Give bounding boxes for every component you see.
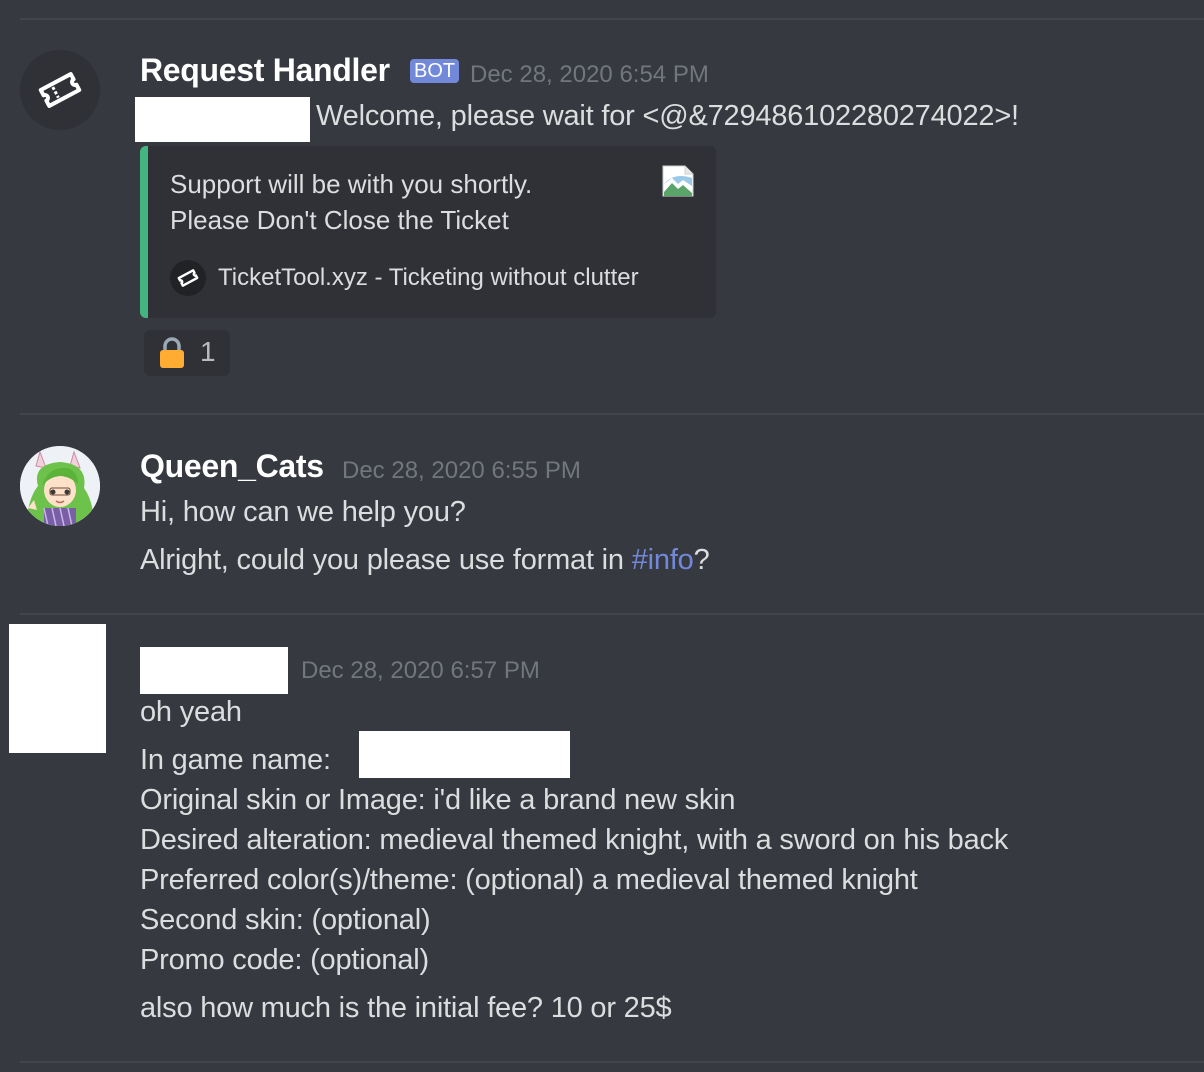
message-text: Welcome, please wait for <@&729486102280… <box>316 100 1019 132</box>
message-divider <box>20 413 1204 415</box>
embed-footer-text: TicketTool.xyz - Ticketing without clutt… <box>218 264 639 291</box>
message-text: Preferred color(s)/theme: (optional) a m… <box>140 864 918 896</box>
message-embed: Support will be with you shortly. Please… <box>140 146 716 318</box>
embed-footer-avatar <box>170 260 206 296</box>
user-avatar[interactable] <box>20 446 100 526</box>
lock-icon <box>160 337 184 368</box>
anime-girl-avatar <box>20 446 100 526</box>
chat-log: Request Handler BOT Dec 28, 2020 6:54 PM… <box>0 0 1204 1072</box>
message-timestamp: Dec 28, 2020 6:57 PM <box>301 657 540 684</box>
message-text: Desired alteration: medieval themed knig… <box>140 824 1009 856</box>
embed-description: Support will be with you shortly. Please… <box>170 166 532 238</box>
message-text: also how much is the initial fee? 10 or … <box>140 992 672 1024</box>
reaction-button[interactable]: 1 <box>144 330 230 376</box>
message-author[interactable]: Request Handler <box>140 52 390 89</box>
message-text: Alright, could you please use format in … <box>140 544 710 577</box>
message-text: Promo code: (optional) <box>140 944 429 976</box>
channel-mention[interactable]: #info <box>632 544 694 576</box>
ticket-icon <box>38 72 82 108</box>
ticket-icon <box>177 269 199 287</box>
embed-description-line: Please Don't Close the Ticket <box>170 205 509 235</box>
message-text: Hi, how can we help you? <box>140 496 466 528</box>
message-text-part: ? <box>693 544 710 576</box>
bot-avatar[interactable] <box>20 50 100 130</box>
message-text: Original skin or Image: i'd like a brand… <box>140 784 736 816</box>
message-text: oh yeah <box>140 696 242 728</box>
embed-description-line: Support will be with you shortly. <box>170 169 533 199</box>
redacted-game-name <box>359 731 570 778</box>
message-text: Second skin: (optional) <box>140 904 431 936</box>
message-divider <box>20 18 1204 20</box>
message-divider <box>20 613 1204 615</box>
message-timestamp: Dec 28, 2020 6:55 PM <box>342 457 581 484</box>
redacted-username <box>140 647 288 694</box>
message-divider <box>20 1061 1204 1063</box>
bot-badge: BOT <box>410 59 460 83</box>
reaction-count: 1 <box>200 336 216 367</box>
message-text: In game name: <box>140 744 331 776</box>
redacted-avatar <box>9 624 106 753</box>
broken-image-icon[interactable] <box>661 164 695 198</box>
redacted-mention <box>135 97 310 142</box>
message-text-part: Alright, could you please use format in <box>140 544 632 576</box>
message-author[interactable]: Queen_Cats <box>140 448 324 485</box>
message-timestamp: Dec 28, 2020 6:54 PM <box>470 61 709 88</box>
